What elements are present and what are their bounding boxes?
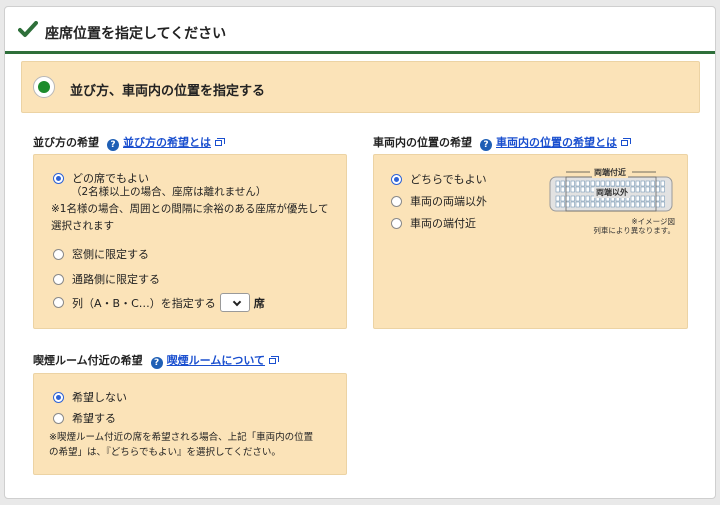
radio-button[interactable] [53, 297, 64, 308]
car-position-option-ends[interactable]: 車両の端付近 [391, 215, 476, 231]
external-link-icon [215, 138, 225, 146]
arrangement-help-link[interactable]: 並び方の希望とは [123, 136, 211, 149]
car-position-title: 車両内の位置の希望 [373, 136, 472, 149]
option-label: 車両の端付近 [410, 217, 476, 230]
diagram-ends-label: 両端付近 [592, 167, 628, 178]
smoking-note-2: の希望」は、『どちらでもよい』を選択してください。 [49, 447, 281, 458]
option-label: 窓側に限定する [72, 248, 149, 261]
radio-button[interactable] [391, 195, 402, 207]
specify-position-option[interactable]: 並び方、車両内の位置を指定する [21, 61, 700, 113]
specify-position-label: 並び方、車両内の位置を指定する [70, 84, 266, 99]
seat-suffix: 席 [253, 296, 265, 310]
radio-button[interactable] [53, 412, 64, 424]
radio-button[interactable] [53, 248, 64, 260]
car-position-section-title: 車両内の位置の希望? 車両内の位置の希望とは [373, 134, 631, 151]
arrangement-title: 並び方の希望 [33, 136, 99, 149]
radio-button[interactable] [53, 172, 64, 184]
option-label: 希望する [72, 412, 116, 425]
specify-position-radio[interactable] [33, 76, 55, 98]
diagram-middle-label: 両端以外 [594, 187, 630, 198]
help-icon: ? [480, 139, 492, 151]
arrangement-note-1: （2名様以上の場合、座席は離れません） [71, 186, 267, 198]
help-icon: ? [107, 139, 119, 151]
diagram-note-2: 列車により異なります。 [593, 226, 675, 235]
page-title: 座席位置を指定してください [45, 26, 227, 42]
radio-button[interactable] [391, 217, 402, 229]
smoking-section-title: 喫煙ルーム付近の希望? 喫煙ルームについて [33, 352, 280, 369]
option-label: 通路側に限定する [72, 273, 160, 286]
arrangement-option-window[interactable]: 窓側に限定する [53, 246, 149, 262]
option-label: 車両の両端以外 [410, 195, 487, 208]
arrangement-option-column[interactable]: 列（A・B・C…）を指定する 席 [53, 293, 265, 312]
car-position-option-not-ends[interactable]: 車両の両端以外 [391, 193, 487, 209]
column-select[interactable] [219, 293, 250, 312]
option-label: 列（A・B・C…）を指定する [72, 296, 216, 310]
arrangement-section-title: 並び方の希望? 並び方の希望とは [33, 134, 225, 151]
panel-header: 座席位置を指定してください [5, 7, 715, 54]
option-label: 希望しない [72, 391, 127, 404]
radio-button[interactable] [53, 273, 64, 285]
external-link-icon [269, 356, 280, 364]
seat-position-panel: 座席位置を指定してください 並び方、車両内の位置を指定する 並び方の希望? 並び方… [4, 6, 716, 499]
smoking-title: 喫煙ルーム付近の希望 [33, 354, 143, 367]
arrangement-option-aisle[interactable]: 通路側に限定する [53, 271, 160, 287]
checkmark-icon [18, 21, 38, 37]
smoking-help-link[interactable]: 喫煙ルームについて [167, 354, 265, 367]
arrangement-note-2: ※1名様の場合、周囲との間隔に余裕のある座席が優先して [51, 203, 329, 215]
arrangement-note-3: 選択されます [51, 220, 114, 232]
radio-button[interactable] [53, 391, 64, 403]
car-position-option-any[interactable]: どちらでもよい [391, 171, 487, 187]
external-link-icon [621, 138, 631, 146]
smoking-option-yes[interactable]: 希望する [53, 410, 116, 426]
option-label: どちらでもよい [410, 173, 487, 186]
car-position-help-link[interactable]: 車両内の位置の希望とは [496, 136, 617, 149]
radio-button[interactable] [391, 173, 402, 185]
help-icon: ? [150, 357, 163, 369]
smoking-option-no[interactable]: 希望しない [53, 389, 127, 405]
